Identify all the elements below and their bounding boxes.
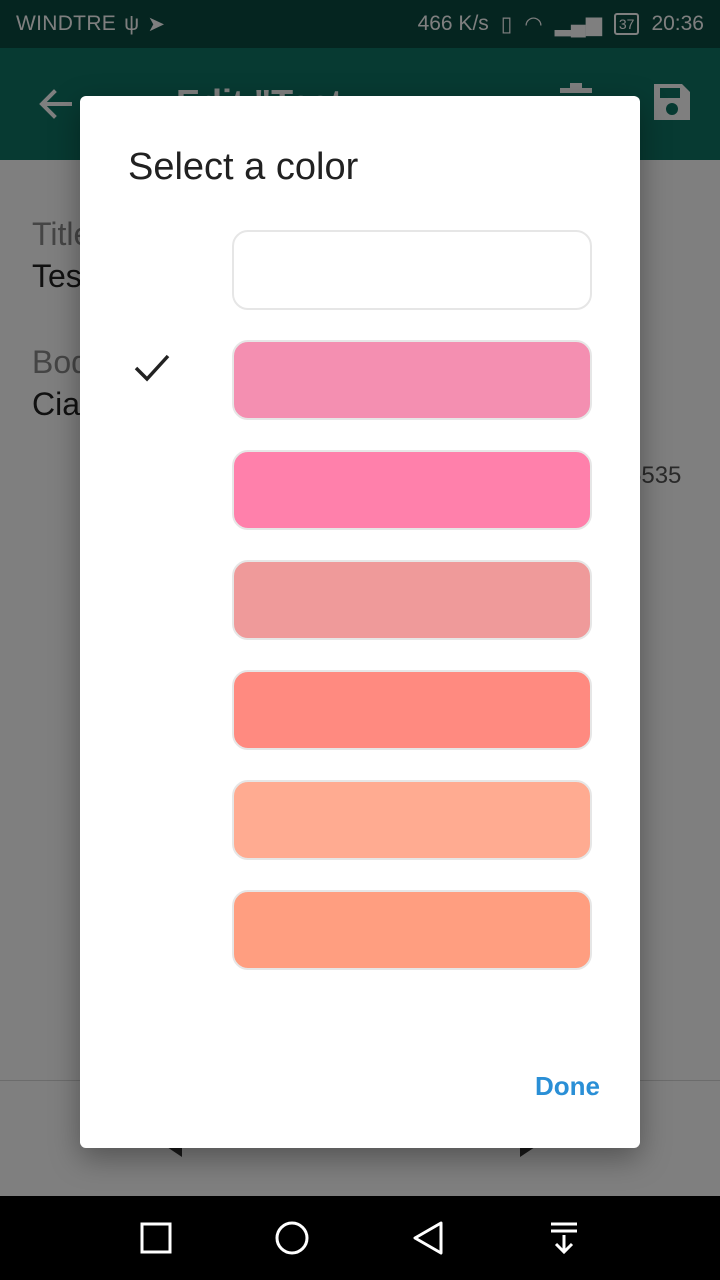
notifications-pull-icon[interactable] [540, 1214, 588, 1262]
navigation-bar [0, 1196, 720, 1280]
color-swatch-coral[interactable] [232, 890, 592, 970]
color-swatch-pink-light[interactable] [232, 340, 592, 420]
color-picker-dialog: Select a color Done [80, 96, 640, 1148]
back-triangle-icon[interactable] [404, 1214, 452, 1262]
color-swatch-salmon[interactable] [232, 670, 592, 750]
dialog-title: Select a color [128, 146, 359, 188]
done-button[interactable]: Done [520, 1066, 600, 1106]
color-swatch-pink[interactable] [232, 450, 592, 530]
color-swatch-white[interactable] [232, 230, 592, 310]
color-swatch-rose[interactable] [232, 560, 592, 640]
recents-square-icon[interactable] [132, 1214, 180, 1262]
color-swatch-peach[interactable] [232, 780, 592, 860]
home-circle-icon[interactable] [268, 1214, 316, 1262]
selected-check-icon [134, 354, 170, 382]
